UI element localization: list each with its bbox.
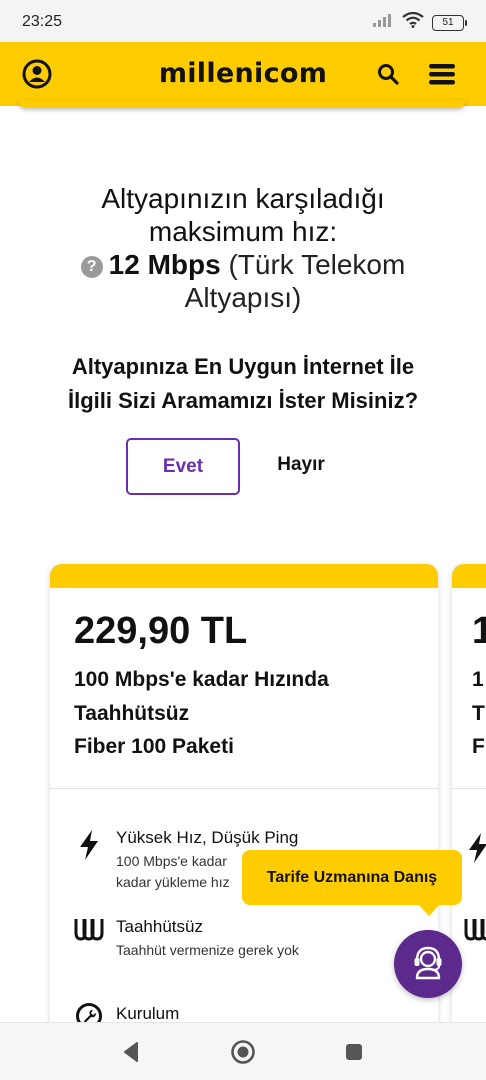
feature-title: Taahhütsüz [116, 917, 203, 936]
search-icon[interactable] [372, 58, 404, 90]
card-top-band [452, 564, 486, 588]
no-button[interactable]: Hayır [262, 443, 340, 487]
menu-icon[interactable] [426, 58, 458, 90]
lightning-icon [466, 832, 486, 869]
help-question-icon[interactable]: ? [80, 256, 103, 278]
tariff-card[interactable]: 229,90 TL 100 Mbps'e kadar Hızında Taahh… [50, 564, 438, 1080]
card-divider [452, 788, 486, 789]
support-agent-button[interactable] [394, 930, 462, 998]
headset-agent-icon [408, 942, 448, 987]
header-bottom-edge [18, 100, 466, 108]
speed-heading: Altyapınızın karşıladığı maksimum hız: [40, 182, 446, 248]
app-root: 23:25 51 millenicom Altyapınızın karşıla… [0, 0, 486, 1080]
next-card-line1-fragment: 1 [472, 668, 484, 691]
battery-icon: 51 [432, 14, 467, 31]
tariff-price: 229,90 TL [74, 610, 248, 652]
yes-button[interactable]: Evet [126, 438, 240, 495]
tariff-name-line1: 100 Mbps'e kadar Hızında [74, 668, 329, 691]
status-time: 23:25 [22, 13, 63, 30]
tariff-card-next[interactable]: 1 1 T F [452, 564, 486, 1080]
speed-value-line: ? 12 Mbps (Türk Telekom [40, 248, 446, 281]
tariff-name-line2: Taahhütsüz [74, 702, 190, 725]
callback-question-line2: İlgili Sizi Aramamızı İster Misiniz? [67, 388, 419, 413]
next-card-price-fragment: 1 [472, 610, 486, 652]
speed-heading-line1: Altyapınızın karşıladığı [101, 183, 385, 214]
no-commitment-icon [74, 914, 104, 944]
recents-icon[interactable] [339, 1037, 369, 1067]
brand-logo[interactable]: millenicom [0, 58, 486, 89]
speed-provider-part1: (Türk Telekom [228, 249, 406, 280]
speed-value: 12 Mbps [108, 249, 221, 280]
callback-question: Altyapınıza En Uygun İnternet İle İlgili… [20, 350, 466, 418]
signal-icon [372, 12, 394, 33]
tariff-name-line3: Fiber 100 Paketi [74, 735, 234, 758]
feature-desc: Taahhüt vermenize gerek yok [116, 942, 299, 958]
back-icon[interactable] [116, 1037, 146, 1067]
feature-title: Kurulum [116, 1004, 180, 1023]
speed-provider-part2: Altyapısı) [184, 282, 302, 313]
status-bar: 23:25 51 [0, 0, 486, 42]
lightning-icon [74, 830, 104, 860]
system-nav-bar [0, 1022, 486, 1080]
next-card-line3-fragment: F [472, 735, 485, 758]
card-top-band [50, 564, 438, 588]
no-commitment-icon [464, 916, 486, 947]
tariff-expert-tooltip[interactable]: Tarife Uzmanına Danış [242, 850, 462, 905]
status-icons: 51 [372, 11, 467, 33]
tooltip-arrow [418, 904, 440, 916]
next-card-line2-fragment: T [472, 702, 485, 725]
home-icon[interactable] [228, 1037, 258, 1067]
card-divider [50, 788, 438, 789]
feature-title: Yüksek Hız, Düşük Ping [116, 828, 299, 847]
wifi-icon [402, 11, 424, 33]
speed-heading-line2: maksimum hız: [148, 216, 338, 247]
callback-question-line1: Altyapınıza En Uygun İnternet İle [71, 354, 415, 379]
